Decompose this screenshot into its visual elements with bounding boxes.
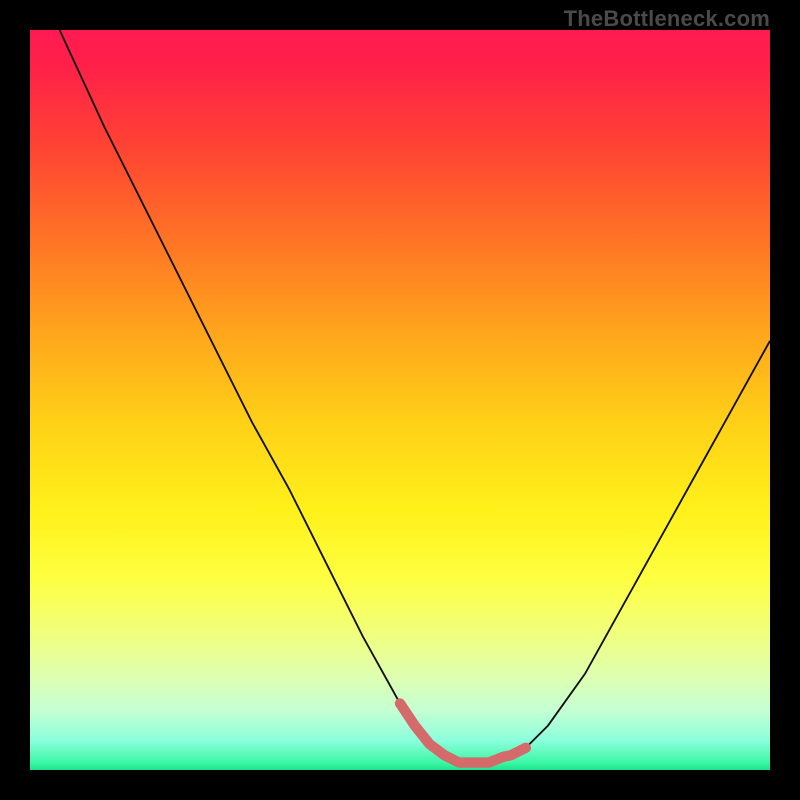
chart-root: TheBottleneck.com (0, 0, 800, 800)
sweet-spot-highlight (400, 703, 526, 762)
bottleneck-curve (60, 30, 770, 763)
attribution-label: TheBottleneck.com (564, 6, 770, 32)
chart-svg (30, 30, 770, 770)
plot-area (30, 30, 770, 770)
